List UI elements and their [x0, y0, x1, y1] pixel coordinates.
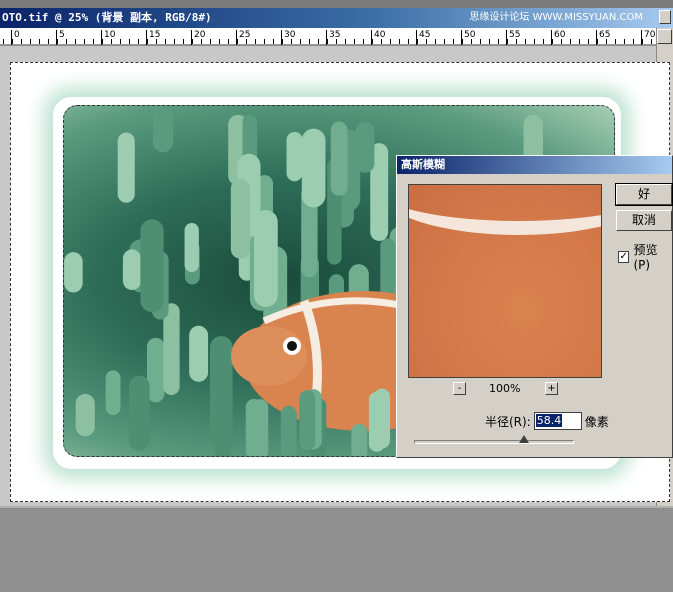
preview-label: 预览(P)	[633, 243, 658, 272]
anemone-tentacle	[105, 370, 121, 416]
anemone-tentacle	[351, 423, 368, 456]
ruler-label: 25	[236, 30, 250, 45]
zoom-value: 100%	[489, 382, 521, 395]
dialog-title[interactable]: 高斯模糊	[397, 156, 672, 174]
fish-eye	[287, 341, 297, 351]
anemone-tentacle	[140, 219, 164, 313]
radius-input[interactable]: 58.4	[533, 412, 582, 430]
anemone-tentacle	[286, 131, 303, 182]
anemone-tentacle	[189, 325, 209, 382]
ruler-label: 20	[191, 30, 205, 45]
document-title: OTO.tif @ 25% (背景 副本, RGB/8#)	[2, 11, 212, 24]
ruler-label: 5	[56, 30, 65, 45]
anemone-tentacle	[214, 419, 231, 456]
ruler-label: 45	[416, 30, 430, 45]
ruler-label: 35	[326, 30, 340, 45]
ruler-label: 65	[596, 30, 610, 45]
anemone-tentacle	[117, 132, 135, 203]
radius-label: 半径(R):	[485, 414, 531, 429]
preview-option[interactable]: ✓ 预览(P)	[618, 241, 672, 272]
anemone-tentacle	[253, 210, 278, 308]
anemone-tentacle	[122, 249, 142, 291]
ruler-label: 40	[371, 30, 385, 45]
blur-preview[interactable]	[408, 184, 602, 378]
anemone-tentacle	[368, 391, 385, 452]
anemone-tentacle	[64, 252, 83, 293]
ruler-label: 55	[506, 30, 520, 45]
anemone-tentacle	[128, 375, 150, 451]
fish-head	[231, 326, 307, 386]
ruler-label: 10	[101, 30, 115, 45]
ruler-label: 0	[11, 30, 20, 45]
radius-slider[interactable]	[414, 435, 574, 444]
ruler-label: 30	[281, 30, 295, 45]
anemone-tentacle	[230, 178, 251, 259]
ok-button[interactable]: 好	[615, 183, 673, 206]
anemone-tentacle	[152, 106, 174, 153]
window-buttons	[659, 10, 671, 24]
zoom-controls: - 100% +	[453, 382, 563, 398]
anemone-tentacle	[330, 121, 348, 196]
gaussian-blur-dialog[interactable]: 高斯模糊 - 100% + 好 取消 ✓ 预览(P) 半径(R): 58.4 像…	[396, 155, 673, 458]
preview-checkbox[interactable]: ✓	[618, 250, 630, 263]
radius-unit: 像素	[584, 414, 609, 429]
close-window-icon[interactable]	[659, 10, 671, 24]
watermark-text: 思缘设计论坛 WWW.MISSYUAN.COM	[469, 12, 643, 23]
cancel-button[interactable]: 取消	[616, 210, 672, 231]
anemone-tentacle	[301, 128, 326, 208]
anemone-tentacle	[252, 399, 269, 456]
horizontal-ruler: 0 5 10 15 20 25 30 35 40 45 50 55 60 65 70	[0, 28, 656, 45]
anemone-tentacle	[280, 405, 297, 456]
anemone-tentacle	[299, 390, 316, 451]
ruler-label: 15	[146, 30, 160, 45]
preview-stripe	[409, 185, 601, 235]
scroll-up-arrow-icon[interactable]	[657, 29, 672, 44]
ruler-label: 70	[641, 30, 655, 45]
anemone-tentacle	[75, 393, 95, 437]
zoom-in-button[interactable]: +	[545, 382, 558, 395]
radius-row: 半径(R): 58.4 像素	[485, 412, 609, 430]
ruler-label: 60	[551, 30, 565, 45]
workspace-background	[0, 506, 673, 592]
slider-thumb[interactable]	[518, 435, 529, 443]
anemone-tentacle	[355, 121, 375, 173]
ruler-label: 50	[461, 30, 475, 45]
anemone-tentacle	[184, 223, 199, 272]
zoom-out-button[interactable]: -	[453, 382, 466, 395]
top-strip	[0, 0, 673, 8]
radius-value: 58.4	[535, 414, 563, 427]
